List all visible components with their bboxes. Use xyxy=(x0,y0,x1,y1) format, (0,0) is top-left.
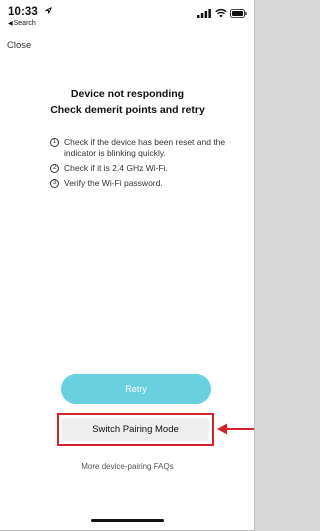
back-to-app-link[interactable]: ◀Search xyxy=(8,20,36,27)
retry-button[interactable]: Retry xyxy=(61,374,211,404)
step-number-icon: 1 xyxy=(50,138,59,147)
phone-screen: 10:33 ◀Search Close Device not respondin… xyxy=(0,0,255,531)
page-subtitle: Check demerit points and retry xyxy=(50,104,205,116)
signal-icon xyxy=(197,9,211,18)
status-bar: 10:33 ◀Search xyxy=(0,0,255,30)
wifi-icon xyxy=(215,8,227,18)
battery-icon xyxy=(230,9,247,18)
switch-pairing-mode-button[interactable]: Switch Pairing Mode xyxy=(62,418,209,441)
instruction-item: 1 Check if the device has been reset and… xyxy=(50,137,250,159)
page-title: Device not responding xyxy=(70,88,185,100)
back-triangle-icon: ◀ xyxy=(8,21,13,27)
switch-mode-highlight-box: Switch Pairing Mode xyxy=(57,413,214,446)
status-time: 10:33 xyxy=(8,6,38,18)
step-number-icon: 2 xyxy=(50,164,59,173)
red-arrow-annotation-icon xyxy=(217,423,254,435)
instruction-text: Check if it is 2.4 GHz Wi-Fi. xyxy=(64,163,168,173)
instruction-list: 1 Check if the device has been reset and… xyxy=(50,137,250,193)
instruction-item: 3 Verify the Wi-Fi password. xyxy=(50,178,250,189)
instruction-item: 2 Check if it is 2.4 GHz Wi-Fi. xyxy=(50,163,250,174)
back-app-label: Search xyxy=(13,20,36,27)
home-indicator[interactable] xyxy=(91,519,164,522)
close-button[interactable]: Close xyxy=(7,40,31,51)
step-number-icon: 3 xyxy=(50,179,59,188)
instruction-text: Verify the Wi-Fi password. xyxy=(64,178,163,188)
instruction-text: Check if the device has been reset and t… xyxy=(64,137,226,158)
pairing-faq-link[interactable]: More device-pairing FAQs xyxy=(0,462,255,471)
location-arrow-icon xyxy=(45,7,52,14)
